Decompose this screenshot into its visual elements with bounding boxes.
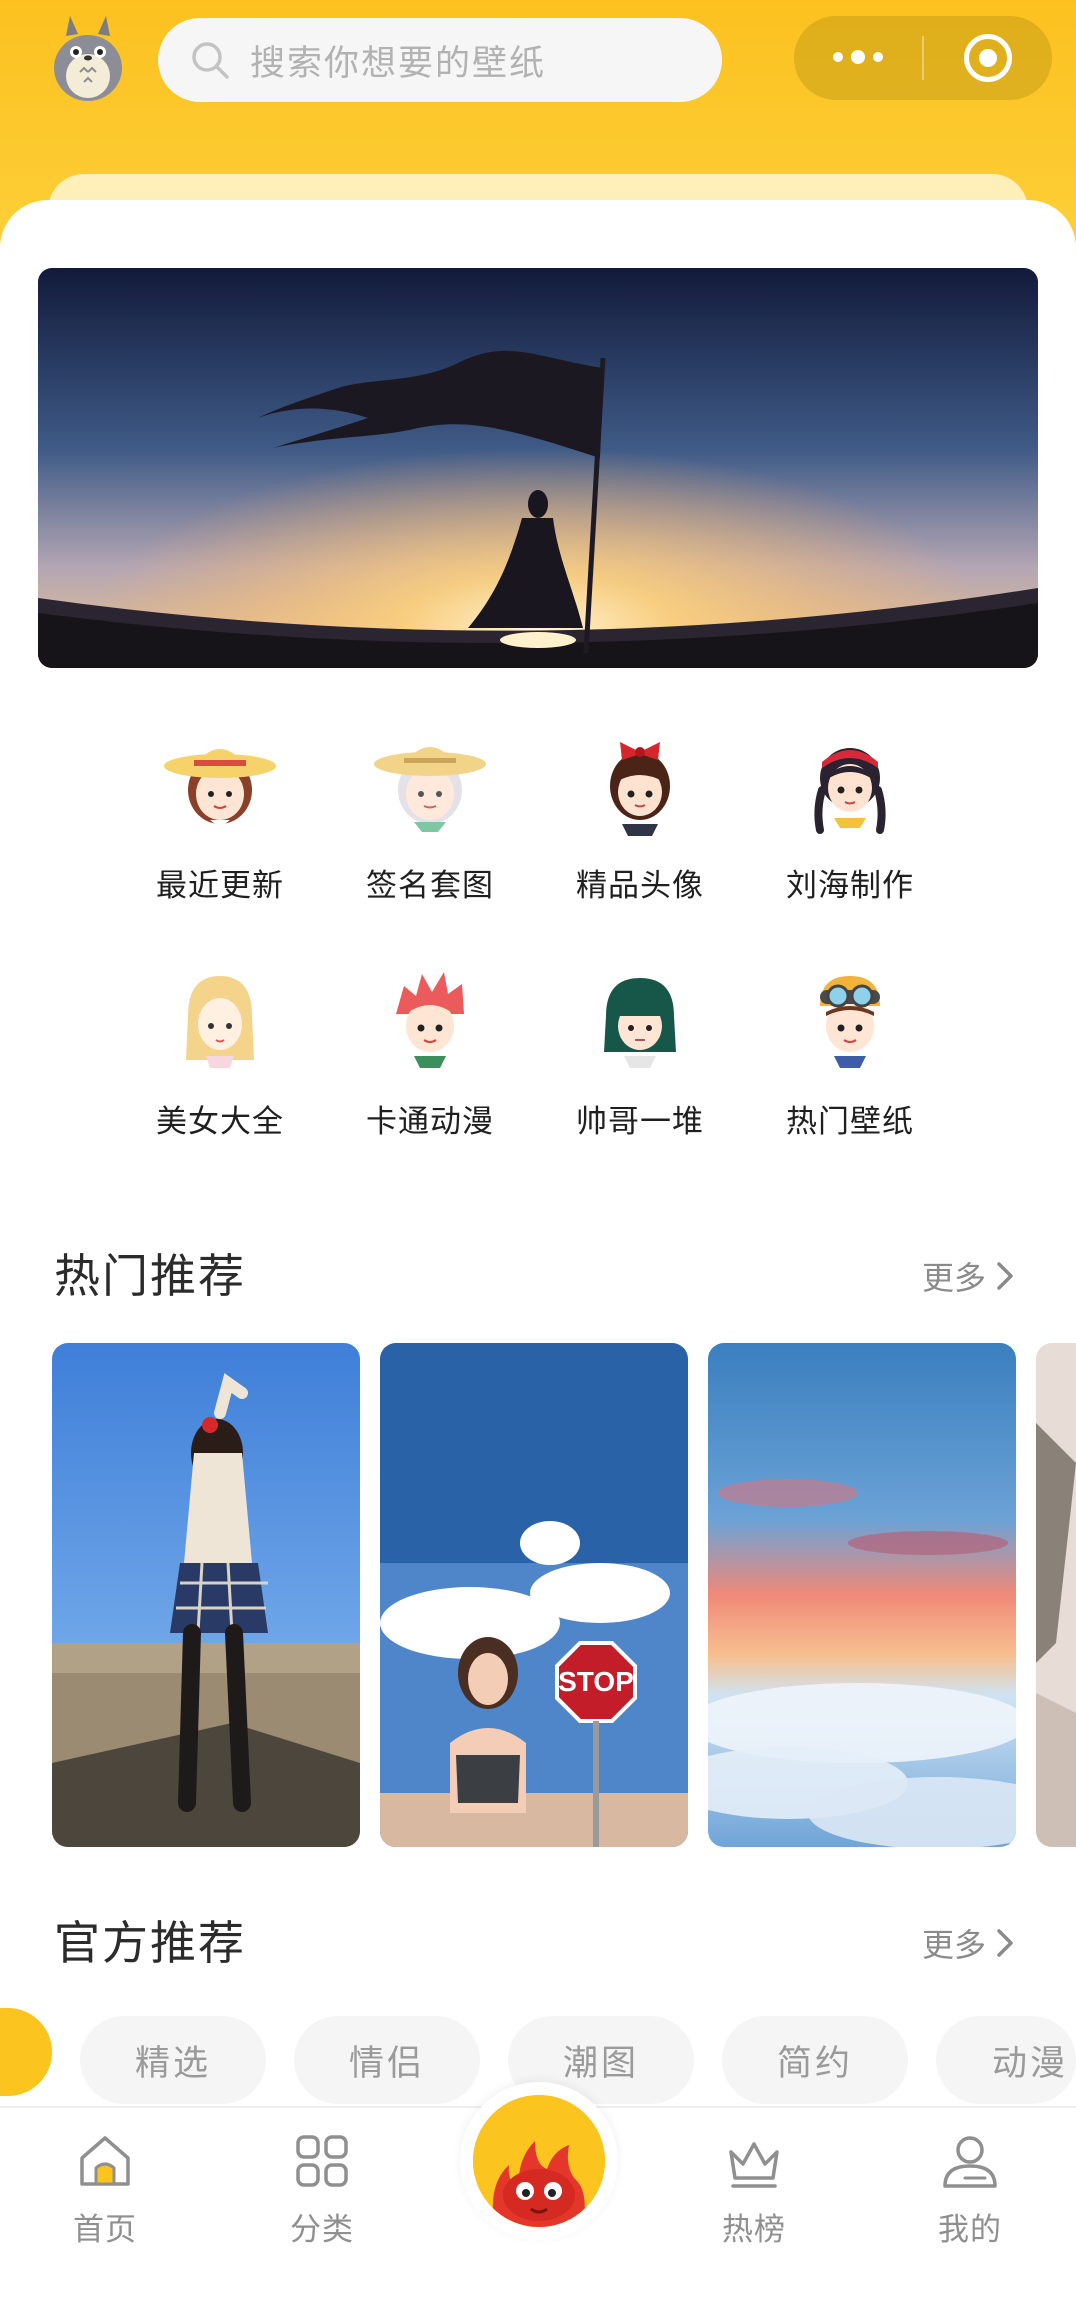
official-section-title: 官方推荐: [54, 1916, 246, 1970]
user-icon: [943, 2136, 997, 2188]
tab-ranking[interactable]: 热榜: [674, 2130, 834, 2249]
more-label: 更多: [921, 1926, 986, 1964]
hot-section-title: 热门推荐: [54, 1249, 246, 1303]
tab-label: 分类: [290, 2212, 354, 2248]
chip-couple[interactable]: 情侣: [294, 2016, 480, 2104]
wallpaper-partial-image: [1036, 1343, 1076, 1847]
crown-icon: [729, 2142, 779, 2188]
wallpaper-card[interactable]: [52, 1343, 360, 1847]
active-chip-indicator[interactable]: [0, 2008, 52, 2096]
totoro-logo-icon[interactable]: [50, 16, 126, 102]
home-icon: [80, 2136, 130, 2186]
tab-label: 我的: [938, 2212, 1002, 2248]
more-dots-icon: [833, 50, 883, 64]
svg-text:STOP: STOP: [558, 1666, 634, 1697]
wallpaper-girl-skirt-image: [52, 1343, 360, 1847]
target-icon: [964, 34, 1012, 82]
tab-label: 热榜: [722, 2212, 786, 2248]
chip-anime[interactable]: 动漫: [936, 2016, 1076, 2104]
tab-home[interactable]: 首页: [25, 2130, 185, 2249]
more-menu-button[interactable]: [794, 16, 922, 100]
search-placeholder: 搜索你想要的壁纸: [250, 43, 547, 84]
category-beauties[interactable]: 美女大全: [120, 956, 320, 1141]
search-icon: [192, 42, 229, 79]
wallpaper-clouds-sunset-image: [708, 1343, 1016, 1847]
girl-red-bow-icon: [610, 742, 670, 836]
category-signature-sets[interactable]: 签名套图: [330, 720, 530, 905]
calcifer-fire-icon: [473, 2095, 605, 2227]
wallpaper-card[interactable]: STOP: [380, 1343, 688, 1847]
center-fire-button[interactable]: [460, 2082, 618, 2240]
chip-minimal[interactable]: 简约: [722, 2016, 908, 2104]
category-recent-updates[interactable]: 最近更新: [120, 720, 320, 905]
banner-image[interactable]: [38, 268, 1038, 668]
green-hair-icon: [604, 978, 676, 1068]
blonde-girl-icon: [186, 976, 254, 1068]
official-more-link[interactable]: 更多: [922, 1920, 1014, 1966]
category-label: 帅哥一堆: [576, 1104, 704, 1140]
category-label: 刘海制作: [786, 868, 914, 904]
search-input[interactable]: 搜索你想要的壁纸: [158, 18, 722, 102]
wallpaper-card[interactable]: [1036, 1343, 1076, 1847]
chevron-right-icon: [997, 1929, 1013, 1957]
wallpaper-stop-sign-girl-image: STOP: [380, 1343, 688, 1847]
chip-featured[interactable]: 精选: [80, 2016, 266, 2104]
goggles-boy-icon: [820, 976, 880, 1068]
hot-wallpaper-row: STOP: [52, 1343, 1076, 1847]
category-cartoon-anime[interactable]: 卡通动漫: [330, 956, 530, 1141]
category-popular-wallpapers[interactable]: 热门壁纸: [750, 956, 950, 1141]
wallpaper-card[interactable]: [708, 1343, 1016, 1847]
chevron-right-icon: [997, 1262, 1013, 1290]
category-bangs-maker[interactable]: 刘海制作: [750, 720, 950, 905]
top-bar: 搜索你想要的壁纸: [0, 0, 1076, 120]
red-hair-boy-icon: [396, 972, 464, 1068]
girl-straw-hat-icon: [164, 749, 276, 828]
category-label: 热门壁纸: [786, 1104, 914, 1140]
category-label: 精品头像: [576, 868, 704, 904]
category-label: 美女大全: [156, 1104, 284, 1140]
girl-braids-icon: [814, 748, 886, 834]
category-handsome-guys[interactable]: 帅哥一堆: [540, 956, 740, 1141]
tab-mine[interactable]: 我的: [890, 2130, 1050, 2249]
category-label: 卡通动漫: [366, 1104, 494, 1140]
hot-more-link[interactable]: 更多: [922, 1253, 1014, 1299]
grid-icon: [296, 2135, 348, 2187]
category-label: 最近更新: [156, 868, 284, 904]
silver-hair-hat-icon: [374, 747, 486, 832]
more-label: 更多: [921, 1259, 986, 1297]
category-premium-avatars[interactable]: 精品头像: [540, 720, 740, 905]
category-label: 签名套图: [366, 868, 494, 904]
miniprogram-capsule: [794, 16, 1052, 100]
close-miniprogram-button[interactable]: [924, 16, 1052, 100]
tab-label: 首页: [73, 2212, 137, 2248]
banner-sunset-flag-illustration: [38, 268, 1038, 668]
tab-category[interactable]: 分类: [242, 2130, 402, 2249]
